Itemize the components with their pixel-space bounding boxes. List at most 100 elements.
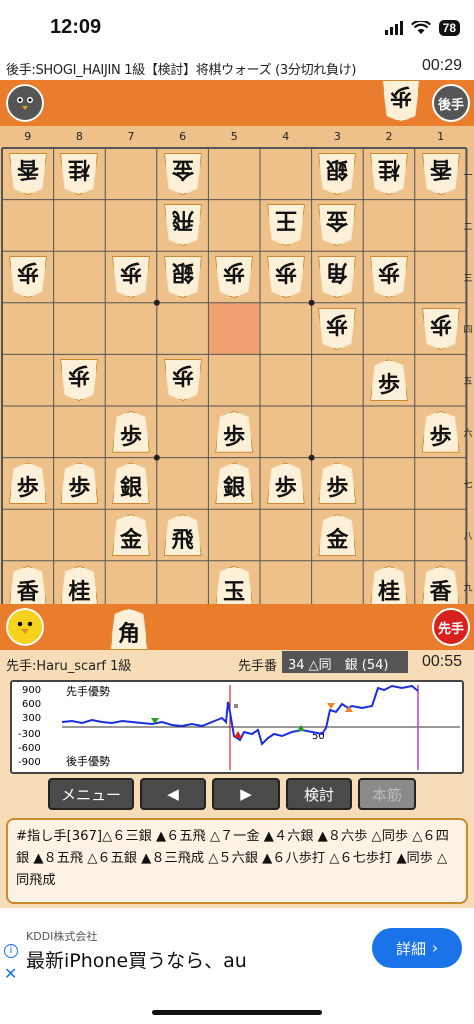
status-bar: 12:09 78	[0, 0, 474, 54]
gote-player-name: 後手:SHOGI_HAIJIN 1級【検討】将棋ウォーズ (3分切れ負け)	[6, 63, 357, 78]
file-label: 9	[24, 130, 31, 143]
ad-banner[interactable]: i ✕ KDDI株式会社 最新iPhone買うなら、au 詳細 ›	[0, 908, 474, 986]
gote-hand-piece[interactable]: 歩	[378, 82, 424, 124]
board-piece[interactable]: 王	[263, 202, 309, 248]
home-indicator-area	[0, 986, 474, 1024]
ad-info-icon[interactable]: i	[4, 944, 18, 958]
rank-label: 四	[463, 326, 472, 336]
ad-close-icon[interactable]: ✕	[4, 964, 17, 983]
ad-company: KDDI株式会社	[26, 930, 98, 943]
board-piece[interactable]: 歩	[263, 460, 309, 506]
rank-label: 五	[463, 377, 472, 387]
home-indicator[interactable]	[152, 1010, 322, 1015]
last-move: 34 △同 銀 (54)	[282, 651, 408, 673]
battery-icon: 78	[438, 20, 460, 36]
ad-cta-button[interactable]: 詳細 ›	[372, 928, 462, 968]
rank-label: 六	[463, 427, 472, 439]
board-piece[interactable]: 歩	[5, 254, 51, 300]
mainline-button[interactable]: 本筋	[358, 778, 416, 810]
control-buttons: メニュー ◀ ▶ 検討 本筋	[0, 778, 474, 812]
status-icons: 78	[384, 20, 460, 36]
sente-hand-piece[interactable]: 角	[106, 606, 152, 650]
board-piece[interactable]: 桂	[366, 564, 412, 610]
ad-text: 最新iPhone買うなら、au	[26, 950, 247, 972]
menu-button[interactable]: メニュー	[48, 778, 134, 810]
prev-move-button[interactable]: ◀	[140, 778, 206, 810]
board-piece[interactable]: 飛	[160, 512, 206, 558]
board-piece[interactable]: 歩	[108, 254, 154, 300]
board-piece[interactable]: 歩	[418, 306, 464, 352]
rank-label: 九	[463, 583, 472, 594]
board-piece[interactable]: 歩	[160, 357, 206, 403]
board-piece[interactable]: 香	[418, 564, 464, 610]
file-label: 3	[334, 130, 341, 143]
signal-icon	[384, 21, 403, 35]
move-list[interactable]: #指し手[367]△６三銀 ▲６五飛 △７一金 ▲４六銀 ▲８六歩 △同歩 △６…	[6, 818, 468, 904]
board-piece[interactable]: 玉	[211, 564, 257, 610]
board-piece[interactable]: 銀	[108, 460, 154, 506]
board-piece[interactable]: 金	[108, 512, 154, 558]
sente-info-bar: 先手:Haru_scarf 1級 先手番 34 △同 銀 (54) 00:55	[0, 650, 474, 676]
turn-label: 先手番	[238, 659, 278, 674]
gote-badge: 後手	[432, 84, 470, 122]
gote-clock: 00:29	[421, 57, 462, 74]
board-piece[interactable]: 桂	[56, 151, 102, 197]
rank-label: 七	[463, 479, 472, 490]
highlight-square	[208, 302, 260, 355]
next-move-button[interactable]: ▶	[212, 778, 280, 810]
rank-label: 三	[463, 274, 472, 284]
gote-piece-stand: 歩 後手	[0, 80, 474, 126]
board-piece[interactable]: 銀	[211, 460, 257, 506]
rank-label: 一	[463, 171, 472, 181]
shogi-board[interactable]: 987654321一二三四五六七八九 香桂金銀桂香飛王金歩歩銀歩歩角歩歩歩歩歩歩…	[0, 126, 474, 614]
gote-advantage-label: 後手優勢	[66, 754, 110, 768]
sente-badge: 先手	[432, 608, 470, 646]
sente-avatar[interactable]	[6, 608, 44, 646]
board-piece[interactable]: 香	[5, 564, 51, 610]
rank-label: 八	[463, 532, 472, 542]
board-piece[interactable]: 歩	[314, 306, 360, 352]
file-label: 1	[437, 130, 444, 143]
board-piece[interactable]: 歩	[211, 254, 257, 300]
board-piece[interactable]: 歩	[314, 460, 360, 506]
board-piece[interactable]: 銀	[314, 151, 360, 197]
board-piece[interactable]: 歩	[366, 254, 412, 300]
evaluation-graph[interactable]: 900 600 300 -300 -600 -900 先手優勢 後手優勢 50	[10, 680, 464, 774]
analyze-button[interactable]: 検討	[286, 778, 352, 810]
file-label: 7	[128, 130, 135, 143]
sente-clock: 00:55	[421, 653, 462, 670]
board-piece[interactable]: 歩	[108, 409, 154, 455]
board-piece[interactable]: 桂	[366, 151, 412, 197]
chevron-right-icon: ›	[432, 939, 438, 957]
board-piece[interactable]: 香	[418, 151, 464, 197]
board-piece[interactable]: 歩	[56, 460, 102, 506]
file-label: 5	[231, 130, 238, 143]
board-piece[interactable]: 歩	[56, 357, 102, 403]
board-piece[interactable]: 歩	[263, 254, 309, 300]
status-time: 12:09	[50, 16, 102, 38]
y-label-m300: -300	[18, 729, 41, 740]
y-label-600: 600	[22, 699, 41, 710]
board-piece[interactable]: 桂	[56, 564, 102, 610]
board-piece[interactable]: 歩	[418, 409, 464, 455]
ad-cta-label: 詳細	[395, 939, 426, 958]
board-piece[interactable]: 歩	[211, 409, 257, 455]
wifi-icon	[410, 21, 431, 34]
gote-info-bar: 後手:SHOGI_HAIJIN 1級【検討】将棋ウォーズ (3分切れ負け) 00…	[0, 54, 474, 80]
rank-label: 二	[463, 222, 472, 232]
board-piece[interactable]: 金	[314, 202, 360, 248]
board-piece[interactable]: 金	[314, 512, 360, 558]
board-piece[interactable]: 香	[5, 151, 51, 197]
y-label-300: 300	[22, 713, 41, 724]
file-label: 4	[282, 130, 289, 143]
sente-player-name: 先手:Haru_scarf 1級	[6, 659, 132, 674]
gote-avatar[interactable]	[6, 84, 44, 122]
board-piece[interactable]: 角	[314, 254, 360, 300]
board-piece[interactable]: 金	[160, 151, 206, 197]
y-label-m600: -600	[18, 743, 41, 754]
board-piece[interactable]: 銀	[160, 254, 206, 300]
sente-advantage-label: 先手優勢	[66, 684, 110, 698]
board-piece[interactable]: 歩	[366, 357, 412, 403]
board-piece[interactable]: 飛	[160, 202, 206, 248]
board-piece[interactable]: 歩	[5, 460, 51, 506]
